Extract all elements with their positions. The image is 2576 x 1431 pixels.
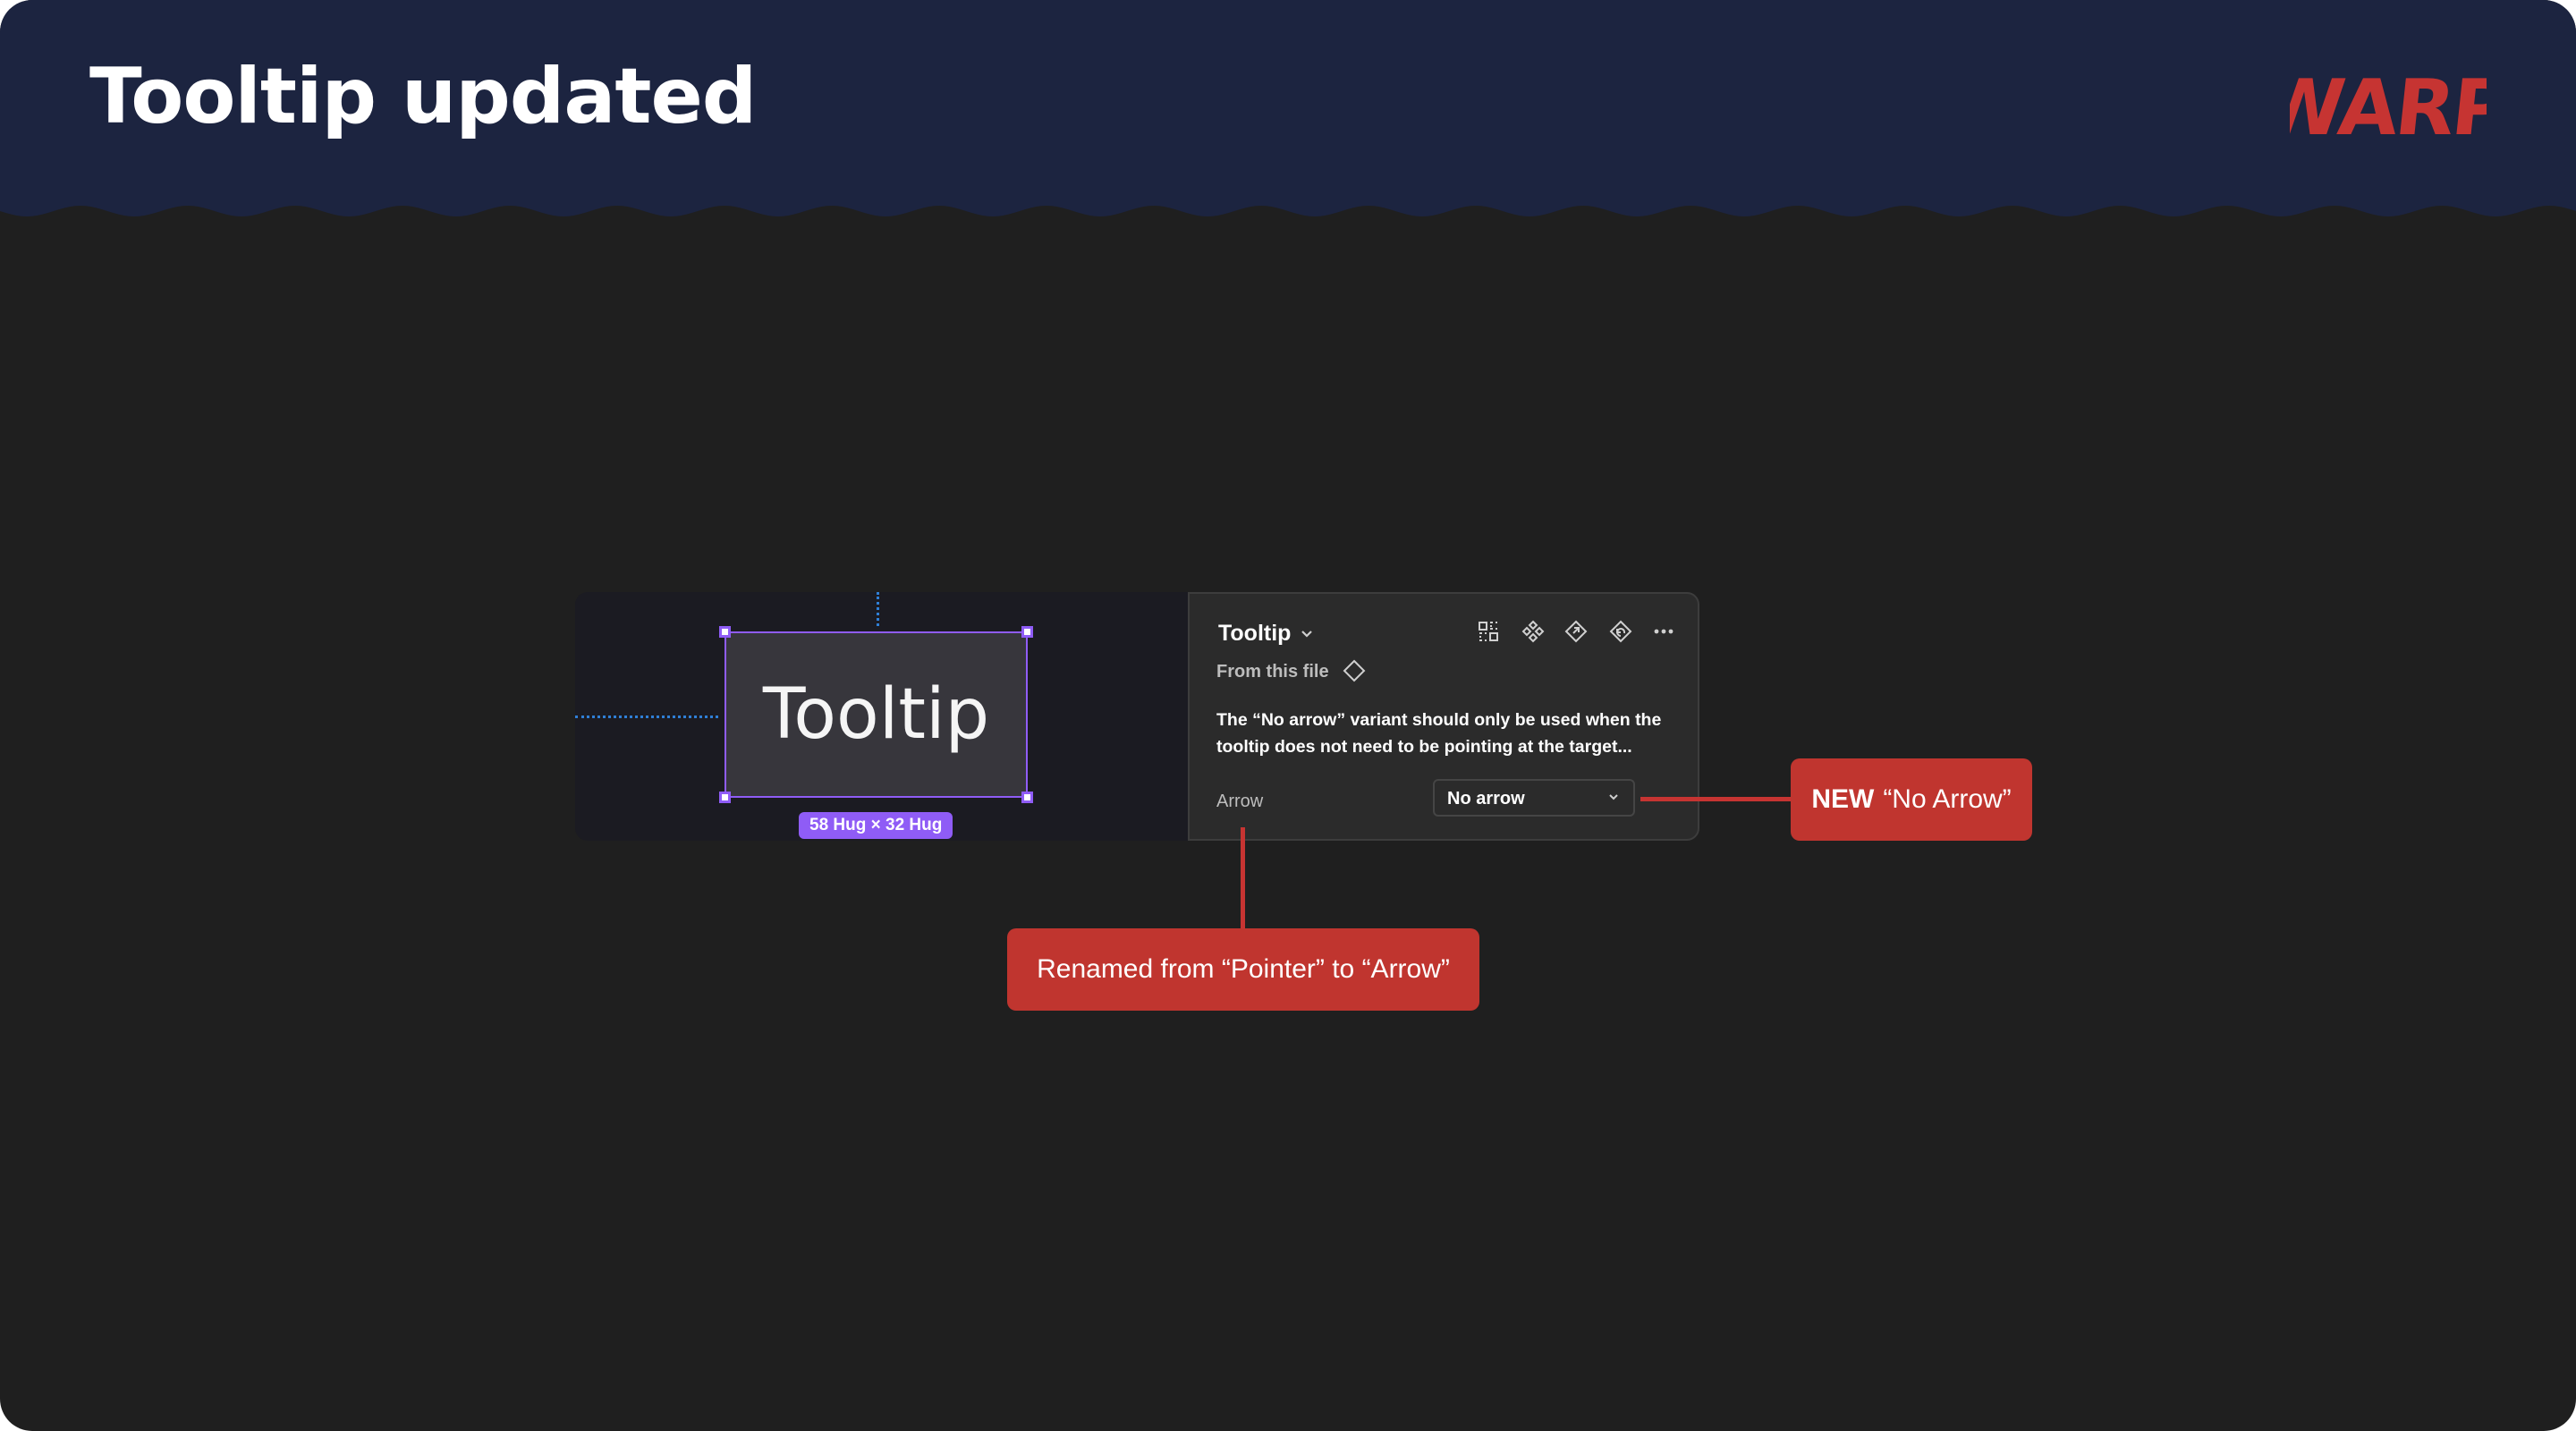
new-arrow-connector (1640, 797, 1791, 801)
reset-icon[interactable] (1608, 619, 1633, 644)
component-source: From this file (1216, 662, 1329, 682)
new-badge-text: NEW (1811, 784, 1875, 814)
resize-handle-bottom-right[interactable] (1021, 792, 1033, 803)
resize-handle-top-right[interactable] (1021, 626, 1033, 638)
arrow-variant-select[interactable]: No arrow (1433, 779, 1635, 817)
component-description: The “No arrow” variant should only be us… (1216, 710, 1662, 757)
design-canvas: Tooltip 58 Hug × 32 Hug (575, 592, 1189, 841)
renamed-callout: Renamed from “Pointer” to “Arrow” (1007, 928, 1479, 1011)
component-name[interactable]: Tooltip (1218, 621, 1291, 647)
resize-handle-top-left[interactable] (719, 626, 731, 638)
select-matching-layers-icon[interactable] (1476, 619, 1501, 644)
renamed-connector (1241, 827, 1245, 931)
size-badge: 58 Hug × 32 Hug (799, 812, 953, 839)
tooltip-component-preview[interactable]: Tooltip (724, 631, 1028, 798)
diamond-component-icon (1343, 659, 1366, 682)
resize-handle-bottom-left[interactable] (719, 792, 731, 803)
warp-logo: WARP (2290, 64, 2487, 145)
component-icon[interactable] (1521, 619, 1546, 644)
renamed-callout-text: Renamed from “Pointer” to “Arrow” (1037, 954, 1450, 984)
chevron-down-icon (1609, 794, 1618, 800)
arrow-variant-value: No arrow (1447, 789, 1525, 809)
slide: Tooltip updated WARP Tooltip 58 Hug × 32… (0, 0, 2576, 1431)
more-icon[interactable] (1651, 619, 1676, 644)
new-callout-text: “No Arrow” (1883, 784, 2012, 814)
properties-panel: Tooltip From this file The “No arrow” va… (1188, 592, 1699, 841)
arrow-property-label: Arrow (1216, 792, 1264, 811)
svg-text:WARP: WARP (2290, 64, 2487, 145)
header-banner: Tooltip updated WARP (0, 0, 2576, 233)
vertical-guide (877, 592, 879, 626)
chevron-down-icon[interactable] (1301, 630, 1313, 639)
go-to-main-component-icon[interactable] (1563, 619, 1589, 644)
horizontal-guide (575, 716, 718, 718)
page-title: Tooltip updated (89, 52, 757, 141)
new-no-arrow-callout: NEW “No Arrow” (1791, 758, 2032, 841)
tooltip-label: Tooltip (762, 674, 990, 755)
